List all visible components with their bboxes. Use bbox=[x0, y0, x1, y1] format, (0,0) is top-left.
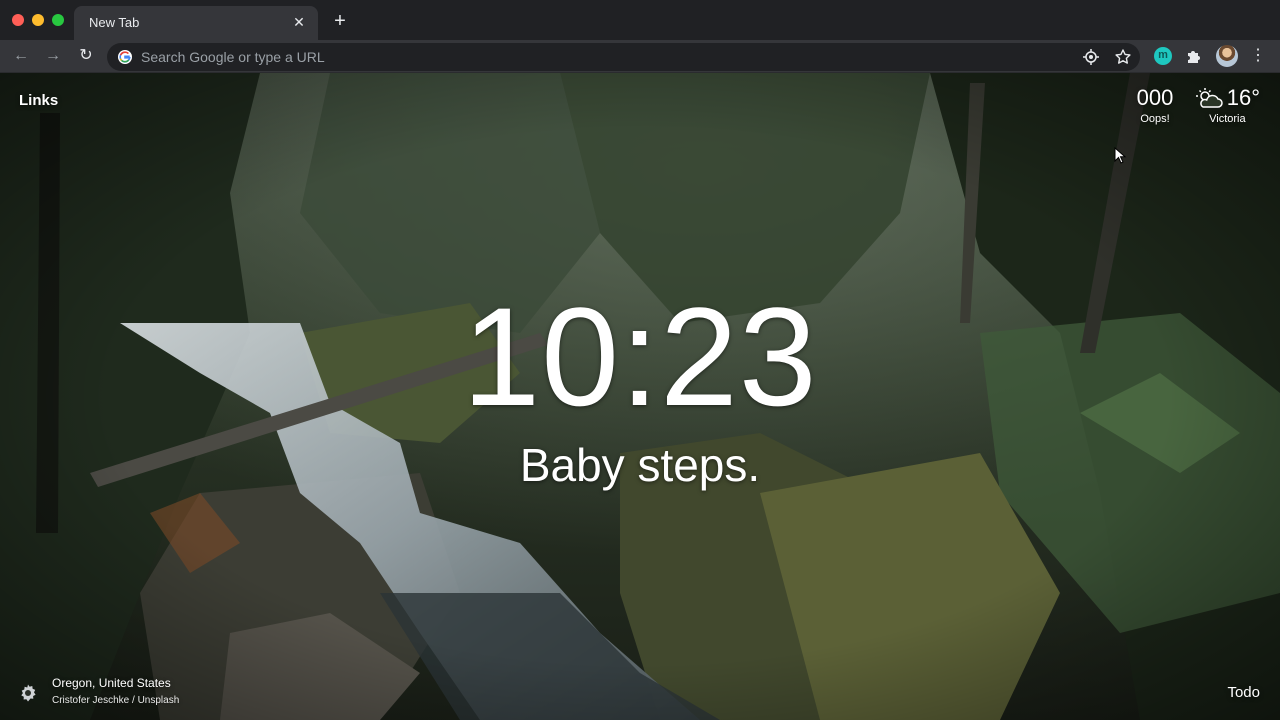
tab-new-tab[interactable]: New Tab ✕ bbox=[74, 6, 318, 40]
profile-avatar[interactable] bbox=[1216, 45, 1238, 67]
window-maximize-button[interactable] bbox=[52, 14, 64, 26]
weather-location: Victoria bbox=[1209, 113, 1246, 125]
photo-location[interactable]: Oregon, United States bbox=[52, 676, 171, 690]
reload-button[interactable]: ↻ bbox=[74, 44, 98, 68]
mantra-text: Baby steps. bbox=[519, 439, 761, 491]
new-tab-button[interactable]: + bbox=[329, 10, 351, 32]
omnibox-input[interactable] bbox=[141, 48, 1041, 66]
omnibox[interactable] bbox=[107, 43, 1140, 71]
browser-toolbar: ← → ↻ m ⋮ bbox=[0, 40, 1280, 73]
links-button[interactable]: Links bbox=[19, 92, 58, 109]
weather-temperature: 16° bbox=[1226, 85, 1260, 110]
google-icon bbox=[118, 50, 132, 64]
focus-widget[interactable]: 000 Oops! bbox=[1130, 85, 1180, 125]
back-button[interactable]: ← bbox=[9, 44, 33, 68]
weather-widget[interactable]: 16° Victoria bbox=[1195, 85, 1260, 125]
window-minimize-button[interactable] bbox=[32, 14, 44, 26]
todo-button[interactable]: Todo bbox=[1227, 684, 1260, 701]
menu-kebab-icon[interactable]: ⋮ bbox=[1250, 45, 1266, 67]
photo-credit[interactable]: Cristofer Jeschke / Unsplash bbox=[52, 695, 179, 706]
extensions-puzzle-icon[interactable] bbox=[1185, 47, 1203, 65]
tab-strip: New Tab ✕ + bbox=[0, 0, 1280, 40]
settings-gear-icon[interactable] bbox=[18, 683, 38, 703]
focus-caption: Oops! bbox=[1140, 113, 1170, 125]
partly-cloudy-icon bbox=[1195, 88, 1223, 108]
location-target-icon[interactable] bbox=[1082, 48, 1100, 66]
forward-button[interactable]: → bbox=[41, 44, 65, 68]
tab-close-icon[interactable]: ✕ bbox=[290, 13, 308, 31]
momentum-extension-icon[interactable]: m bbox=[1154, 47, 1172, 65]
tab-title: New Tab bbox=[89, 15, 140, 30]
new-tab-page: Links 000 Oops! 16° Victoria 10:23 Baby … bbox=[0, 73, 1280, 720]
bookmark-star-icon[interactable] bbox=[1114, 48, 1132, 66]
clock: 10:23 bbox=[462, 278, 818, 435]
focus-value: 000 bbox=[1136, 85, 1174, 110]
window-close-button[interactable] bbox=[12, 14, 24, 26]
mouse-cursor-icon bbox=[1114, 147, 1127, 164]
